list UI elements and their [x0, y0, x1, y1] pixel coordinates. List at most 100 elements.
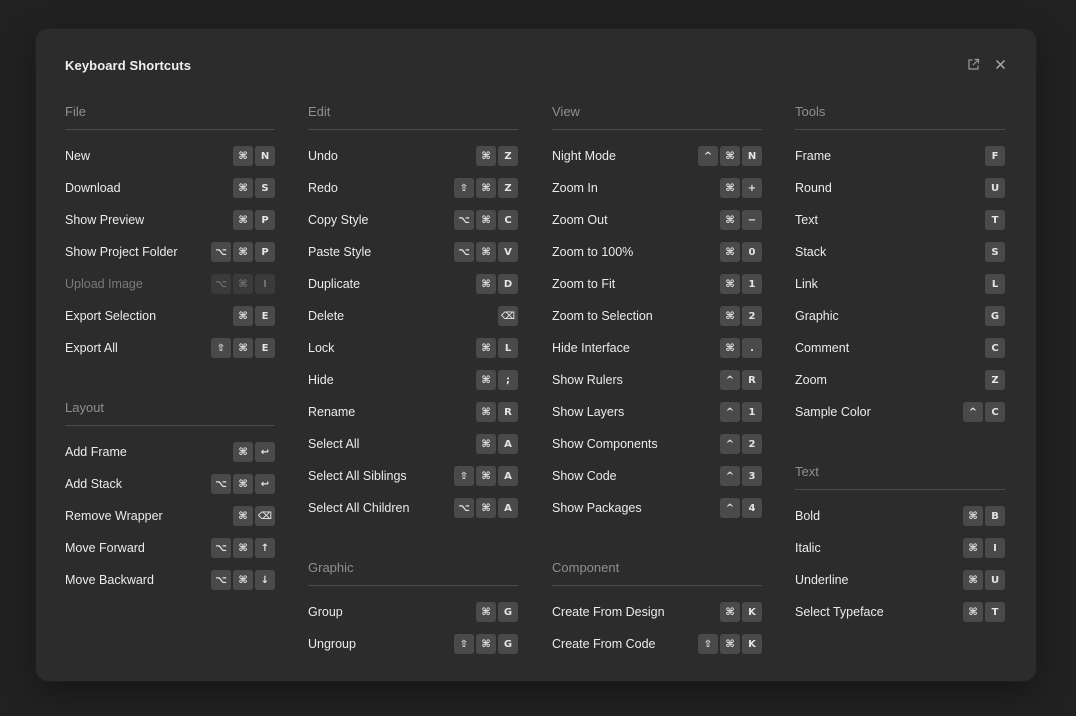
- key-combo: ⌘ ↩: [233, 442, 275, 462]
- key-combo: S: [985, 242, 1005, 262]
- shortcut-row-underline: Underline ⌘ U: [795, 564, 1005, 596]
- key-combo: L: [985, 274, 1005, 294]
- shortcut-label: Zoom to Selection: [552, 309, 653, 323]
- section-component: Component Create From Design ⌘ K Create From…: [552, 558, 762, 660]
- key-combo: ⌘ 2: [720, 306, 762, 326]
- key-cap: ^: [720, 434, 740, 454]
- shortcut-row-ungroup: Ungroup ⇧ ⌘ G: [308, 628, 518, 660]
- shortcut-row-move-backward: Move Backward ⌥ ⌘ ↓: [65, 564, 275, 596]
- shortcut-label: Stack: [795, 245, 827, 259]
- open-external-icon[interactable]: [966, 57, 981, 72]
- section-heading: Edit: [308, 102, 518, 130]
- key-cap: ⇧: [454, 178, 474, 198]
- shortcut-row-remove-wrapper: Remove Wrapper ⌘ ⌫: [65, 500, 275, 532]
- key-combo: G: [985, 306, 1005, 326]
- shortcut-row-upload-image: Upload Image ⌥ ⌘ I: [65, 268, 275, 300]
- key-cap: ⌘: [233, 210, 253, 230]
- key-cap: ;: [498, 370, 518, 390]
- shortcut-row-italic: Italic ⌘ I: [795, 532, 1005, 564]
- shortcut-row-sample-color: Sample Color ^ C: [795, 396, 1005, 428]
- key-combo: ^ 1: [720, 402, 762, 422]
- shortcut-label: Export All: [65, 341, 118, 355]
- shortcut-row-redo: Redo ⇧ ⌘ Z: [308, 172, 518, 204]
- section-heading: View: [552, 102, 762, 130]
- shortcut-row-zoom-to-fit: Zoom to Fit ⌘ 1: [552, 268, 762, 300]
- key-cap: P: [255, 210, 275, 230]
- shortcut-column-4: Tools Frame F Round U Text T Stack S Link L Graphic…: [795, 102, 1005, 662]
- shortcut-row-copy-style: Copy Style ⌥ ⌘ C: [308, 204, 518, 236]
- key-cap: K: [742, 634, 762, 654]
- key-cap: ⌘: [476, 146, 496, 166]
- key-combo: ^ 4: [720, 498, 762, 518]
- key-combo: ⌘ P: [233, 210, 275, 230]
- shortcut-row-zoom: Zoom Z: [795, 364, 1005, 396]
- key-combo: ⌥ ⌘ I: [211, 274, 275, 294]
- shortcut-row-show-project-folder: Show Project Folder ⌥ ⌘ P: [65, 236, 275, 268]
- shortcut-label: Sample Color: [795, 405, 871, 419]
- section-tools: Tools Frame F Round U Text T Stack S Link L Graphic…: [795, 102, 1005, 428]
- key-cap: A: [498, 434, 518, 454]
- shortcut-row-comment: Comment C: [795, 332, 1005, 364]
- key-cap: I: [985, 538, 1005, 558]
- section-heading: Tools: [795, 102, 1005, 130]
- key-cap: L: [498, 338, 518, 358]
- key-cap: ^: [963, 402, 983, 422]
- key-combo: ⌘;: [476, 370, 518, 390]
- key-cap: ⌘: [233, 338, 253, 358]
- key-cap: ⇧: [211, 338, 231, 358]
- section-heading: File: [65, 102, 275, 130]
- key-cap: K: [742, 602, 762, 622]
- shortcut-row-show-preview: Show Preview ⌘ P: [65, 204, 275, 236]
- key-combo: ⇧ ⌘ E: [211, 338, 275, 358]
- shortcut-row-stack: Stack S: [795, 236, 1005, 268]
- shortcut-label: Delete: [308, 309, 345, 323]
- key-cap: S: [985, 242, 1005, 262]
- section-file: File New ⌘ N Download ⌘ S Show Preview ⌘ P Show Pr…: [65, 102, 275, 364]
- shortcut-label: Show Packages: [552, 501, 642, 515]
- key-cap: −: [742, 210, 762, 230]
- key-cap: T: [985, 602, 1005, 622]
- key-cap: 1: [742, 402, 762, 422]
- key-cap: ⌘: [476, 402, 496, 422]
- section-edit: Edit Undo ⌘ Z Redo ⇧ ⌘ Z Copy Style ⌥ ⌘ C Paste Styl…: [308, 102, 518, 524]
- key-cap: ⌘: [476, 466, 496, 486]
- key-cap: I: [255, 274, 275, 294]
- key-cap: U: [985, 570, 1005, 590]
- shortcut-row-export-selection: Export Selection ⌘ E: [65, 300, 275, 332]
- key-combo: ⌘ 1: [720, 274, 762, 294]
- key-cap: ⇧: [454, 634, 474, 654]
- shortcut-label: Select All Children: [308, 501, 410, 515]
- shortcut-label: Show Components: [552, 437, 658, 451]
- shortcut-label: Round: [795, 181, 832, 195]
- shortcut-row-round: Round U: [795, 172, 1005, 204]
- key-combo: ⌘ L: [476, 338, 518, 358]
- shortcut-row-hide: Hide ⌘;: [308, 364, 518, 396]
- shortcut-row-move-forward: Move Forward ⌥ ⌘ ↑: [65, 532, 275, 564]
- key-cap: ⌘: [476, 434, 496, 454]
- key-combo: ^ 2: [720, 434, 762, 454]
- shortcut-column-1: File New ⌘ N Download ⌘ S Show Preview ⌘ P Show Pr…: [65, 102, 275, 630]
- key-cap: ^: [720, 498, 740, 518]
- key-combo: ⌘ ⌫: [232, 506, 275, 526]
- shortcut-row-download: Download ⌘ S: [65, 172, 275, 204]
- section-graphic: Graphic Group ⌘ G Ungroup ⇧ ⌘ G: [308, 558, 518, 660]
- key-cap: 2: [742, 434, 762, 454]
- shortcut-row-export-all: Export All ⇧ ⌘ E: [65, 332, 275, 364]
- close-icon[interactable]: [993, 57, 1008, 72]
- key-cap: C: [985, 338, 1005, 358]
- key-cap: ⌘: [476, 370, 496, 390]
- key-cap: ⇧: [454, 466, 474, 486]
- key-cap: ⌘: [233, 442, 253, 462]
- shortcut-row-select-typeface: Select Typeface ⌘ T: [795, 596, 1005, 628]
- key-cap: ⌥: [454, 210, 474, 230]
- section-heading: Component: [552, 558, 762, 586]
- key-combo: ⌥ ⌘ ↩: [211, 474, 275, 494]
- keyboard-shortcuts-dialog: Keyboard Shortcuts File New ⌘ N Download ⌘ S Sh…: [36, 29, 1036, 681]
- shortcut-row-delete: Delete ⌫: [308, 300, 518, 332]
- key-cap: ⌘: [233, 178, 253, 198]
- key-cap: ⌘: [720, 306, 740, 326]
- key-combo: ⌘ R: [476, 402, 518, 422]
- shortcut-label: Select Typeface: [795, 605, 884, 619]
- key-cap: ⌘: [476, 210, 496, 230]
- shortcut-row-paste-style: Paste Style ⌥ ⌘ V: [308, 236, 518, 268]
